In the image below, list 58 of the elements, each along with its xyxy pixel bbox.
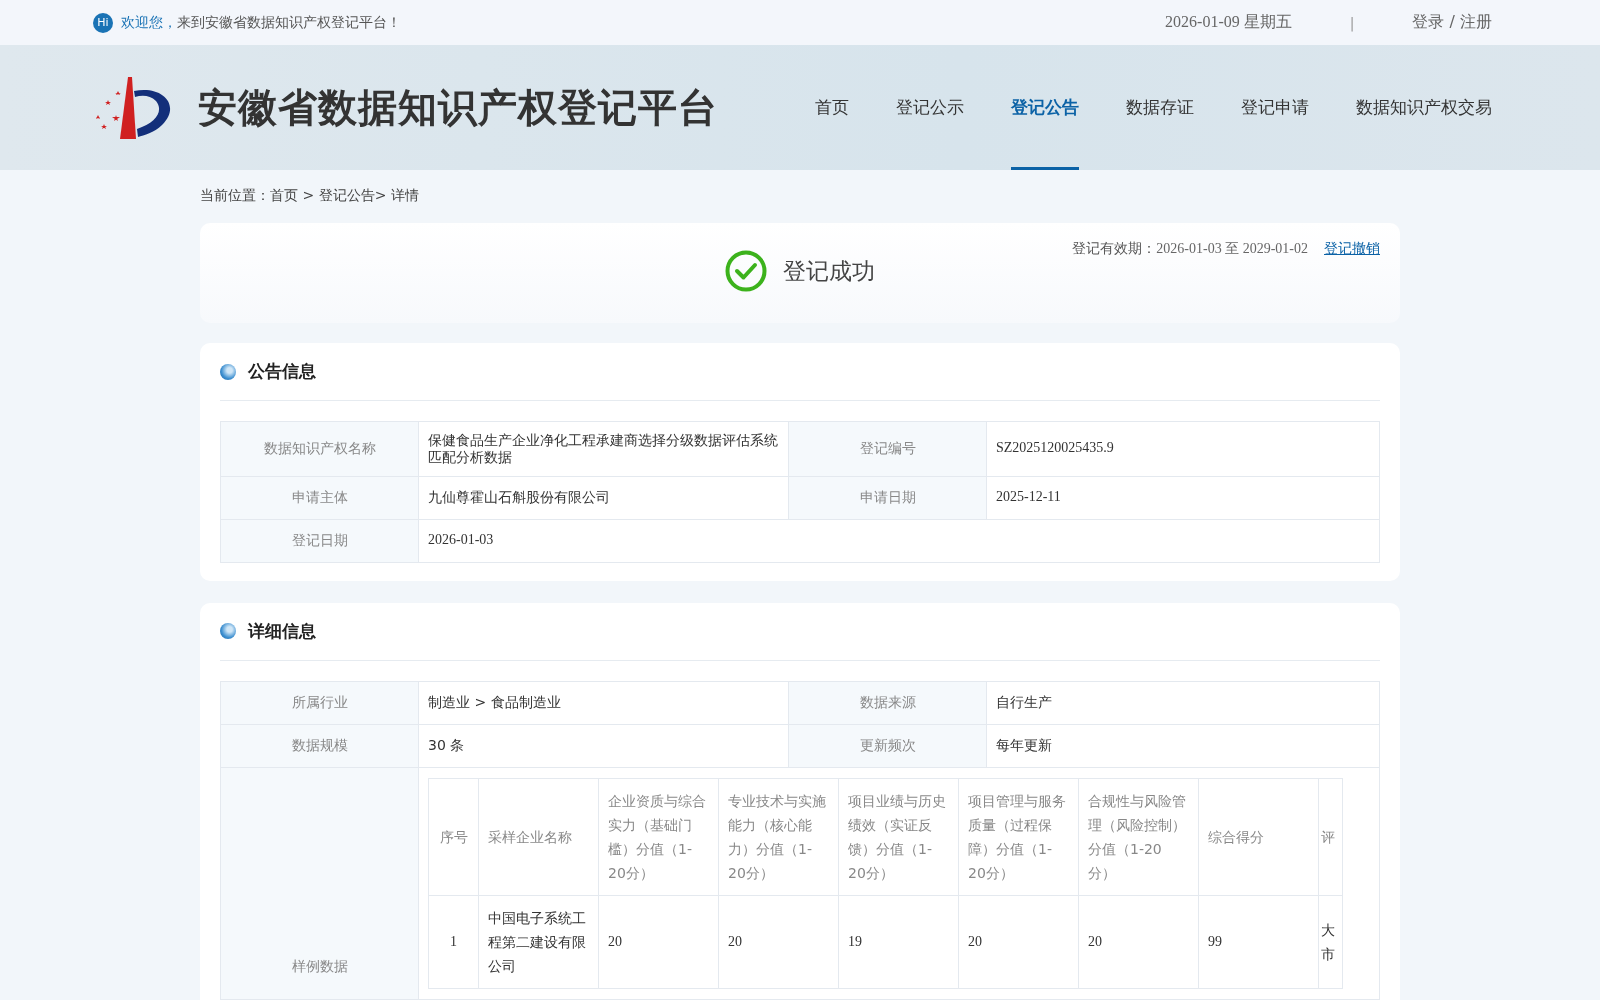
separator: |: [1349, 14, 1355, 31]
column-header: 序号: [428, 778, 479, 896]
field-value: 九仙尊霍山石斛股份有限公司: [418, 476, 789, 520]
field-label: 样例数据: [220, 767, 419, 1000]
section-heading: 公告信息: [248, 360, 316, 383]
table-cell: 20: [1078, 895, 1199, 989]
welcome-text: 欢迎您，来到安徽省数据知识产权登记平台！: [121, 13, 401, 32]
field-label: 申请日期: [788, 476, 987, 520]
field-value: 2025-12-11: [986, 476, 1380, 520]
field-label: 所属行业: [220, 681, 419, 725]
field-value: 制造业 > 食品制造业: [418, 681, 789, 725]
field-label: 数据来源: [788, 681, 987, 725]
section-heading: 详细信息: [248, 619, 316, 643]
column-header: 项目管理与服务质量（过程保障）分值（1-20分）: [958, 778, 1079, 896]
column-header: 综合得分: [1198, 778, 1319, 896]
nav-tab[interactable]: 登记公告: [1011, 45, 1079, 170]
status-title: 登记成功: [783, 256, 875, 286]
success-check-icon: [725, 250, 767, 292]
field-value: SZ2025120025435.9: [986, 421, 1380, 477]
table-cell: 1: [428, 895, 479, 989]
table-cell: 中国电子系统工程第二建设有限公司: [478, 895, 599, 989]
column-header: 采样企业名称: [478, 778, 599, 896]
field-label: 数据知识产权名称: [220, 421, 419, 477]
table-cell: 20: [958, 895, 1079, 989]
platform-title: 安徽省数据知识产权登记平台: [198, 83, 718, 132]
revoke-link[interactable]: 登记撤销: [1324, 240, 1380, 258]
table-cell: 99: [1198, 895, 1319, 989]
table-cell: 19: [838, 895, 959, 989]
login-register-link[interactable]: 登录 / 注册: [1412, 12, 1492, 33]
field-label: 登记日期: [220, 519, 419, 563]
column-header: 企业资质与综合实力（基础门槛）分值（1-20分）: [598, 778, 719, 896]
nav-tab[interactable]: 数据知识产权交易: [1356, 45, 1492, 170]
field-label: 登记编号: [788, 421, 987, 477]
field-value: 30 条: [418, 724, 789, 768]
nav-tab[interactable]: 首页: [815, 45, 849, 170]
bullet-icon: [220, 363, 236, 380]
field-value: 每年更新: [986, 724, 1380, 768]
field-value: 2026-01-03: [418, 519, 1380, 563]
field-label: 申请主体: [220, 476, 419, 520]
column-header: 项目业绩与历史绩效（实证反馈）分值（1-20分）: [838, 778, 959, 896]
bullet-icon: [220, 623, 236, 640]
field-value: 自行生产: [986, 681, 1380, 725]
hi-badge: Hi: [93, 12, 113, 33]
field-label: 数据规模: [220, 724, 419, 768]
validity-text: 登记有效期：2026-01-03 至 2029-01-02: [1072, 240, 1308, 258]
table-cell: 大市: [1318, 895, 1343, 989]
nav-tab[interactable]: 登记公示: [896, 45, 964, 170]
column-header: 专业技术与实施能力（核心能力）分值（1-20分）: [718, 778, 839, 896]
date-text: 2026-01-09 星期五: [1165, 12, 1292, 32]
column-header: 合规性与风险管理（风险控制）分值（1-20分）: [1078, 778, 1199, 896]
field-value: 保健食品生产企业净化工程承建商选择分级数据评估系统匹配分析数据: [418, 421, 789, 477]
table-cell: 20: [718, 895, 839, 989]
breadcrumb: 当前位置：首页 > 登记公告> 详情: [200, 186, 420, 205]
nav-tab[interactable]: 数据存证: [1126, 45, 1194, 170]
nav-tab[interactable]: 登记申请: [1241, 45, 1309, 170]
table-cell: 20: [598, 895, 719, 989]
field-label: 更新频次: [788, 724, 987, 768]
column-header: 评: [1318, 778, 1343, 896]
